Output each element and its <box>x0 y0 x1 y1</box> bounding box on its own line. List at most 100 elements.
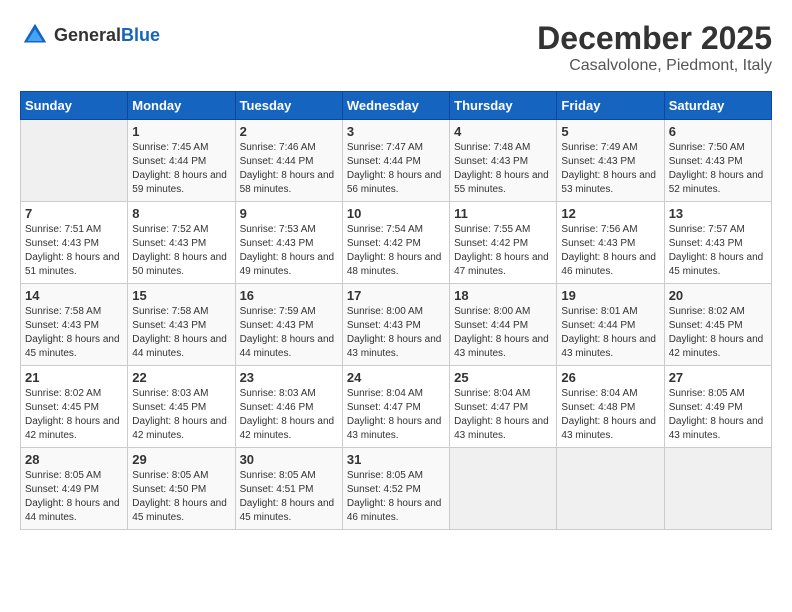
day-info: Sunrise: 8:00 AMSunset: 4:44 PMDaylight:… <box>454 305 552 361</box>
day-info: Sunrise: 7:48 AMSunset: 4:43 PMDaylight:… <box>454 141 552 197</box>
day-number: 12 <box>561 206 659 221</box>
calendar-cell: 7 Sunrise: 7:51 AMSunset: 4:43 PMDaylight… <box>21 202 128 284</box>
calendar-week-row: 1 Sunrise: 7:45 AMSunset: 4:44 PMDaylight… <box>21 120 772 202</box>
day-number: 31 <box>347 452 445 467</box>
day-info: Sunrise: 7:58 AMSunset: 4:43 PMDaylight:… <box>25 305 123 361</box>
calendar-cell: 8Sunrise: 7:52 AMSunset: 4:43 PMDaylight… <box>128 202 235 284</box>
weekday-header-monday: Monday <box>128 92 235 120</box>
day-info: Sunrise: 8:03 AMSunset: 4:45 PMDaylight:… <box>132 387 230 443</box>
day-info: Sunrise: 8:04 AMSunset: 4:47 PMDaylight:… <box>454 387 552 443</box>
day-number: 18 <box>454 288 552 303</box>
calendar-cell: 29Sunrise: 8:05 AMSunset: 4:50 PMDayligh… <box>128 448 235 530</box>
calendar-cell: 21 Sunrise: 8:02 AMSunset: 4:45 PMDayligh… <box>21 366 128 448</box>
day-info: Sunrise: 8:04 AMSunset: 4:47 PMDaylight:… <box>347 387 445 443</box>
day-info: Sunrise: 8:03 AMSunset: 4:46 PMDaylight:… <box>240 387 338 443</box>
calendar-cell: 25 Sunrise: 8:04 AMSunset: 4:47 PMDayligh… <box>450 366 557 448</box>
day-number: 13 <box>669 206 767 221</box>
calendar-cell: 2Sunrise: 7:46 AMSunset: 4:44 PMDaylight… <box>235 120 342 202</box>
day-info: Sunrise: 8:05 AMSunset: 4:51 PMDaylight:… <box>240 469 338 525</box>
calendar-cell: 22Sunrise: 8:03 AMSunset: 4:45 PMDayligh… <box>128 366 235 448</box>
logo-icon <box>20 20 50 50</box>
weekday-header-row: SundayMondayTuesdayWednesdayThursdayFrid… <box>21 92 772 120</box>
calendar-cell: 24 Sunrise: 8:04 AMSunset: 4:47 PMDayligh… <box>342 366 449 448</box>
calendar-cell: 20 Sunrise: 8:02 AMSunset: 4:45 PMDayligh… <box>664 284 771 366</box>
day-info: Sunrise: 8:05 AMSunset: 4:49 PMDaylight:… <box>25 469 123 525</box>
day-number: 29 <box>132 452 230 467</box>
location-title: Casalvolone, Piedmont, Italy <box>537 57 772 75</box>
day-info: Sunrise: 7:52 AMSunset: 4:43 PMDaylight:… <box>132 223 230 279</box>
calendar-cell: 28 Sunrise: 8:05 AMSunset: 4:49 PMDayligh… <box>21 448 128 530</box>
day-info: Sunrise: 8:02 AMSunset: 4:45 PMDaylight:… <box>669 305 767 361</box>
calendar-cell <box>21 120 128 202</box>
weekday-header-thursday: Thursday <box>450 92 557 120</box>
calendar-cell: 6Sunrise: 7:50 AMSunset: 4:43 PMDaylight… <box>664 120 771 202</box>
calendar-week-row: 7 Sunrise: 7:51 AMSunset: 4:43 PMDaylight… <box>21 202 772 284</box>
day-number: 9 <box>240 206 338 221</box>
day-info: Sunrise: 7:57 AMSunset: 4:43 PMDaylight:… <box>669 223 767 279</box>
day-number: 17 <box>347 288 445 303</box>
day-info: Sunrise: 7:47 AMSunset: 4:44 PMDaylight:… <box>347 141 445 197</box>
day-info: Sunrise: 7:58 AMSunset: 4:43 PMDaylight:… <box>132 305 230 361</box>
day-info: Sunrise: 8:02 AMSunset: 4:45 PMDaylight:… <box>25 387 123 443</box>
day-info: Sunrise: 7:50 AMSunset: 4:43 PMDaylight:… <box>669 141 767 197</box>
calendar-table: SundayMondayTuesdayWednesdayThursdayFrid… <box>20 91 772 530</box>
calendar-week-row: 21 Sunrise: 8:02 AMSunset: 4:45 PMDayligh… <box>21 366 772 448</box>
day-number: 1 <box>132 124 230 139</box>
month-title: December 2025 <box>537 20 772 57</box>
calendar-cell: 13 Sunrise: 7:57 AMSunset: 4:43 PMDayligh… <box>664 202 771 284</box>
day-info: Sunrise: 7:54 AMSunset: 4:42 PMDaylight:… <box>347 223 445 279</box>
calendar-cell <box>664 448 771 530</box>
day-info: Sunrise: 7:51 AMSunset: 4:43 PMDaylight:… <box>25 223 123 279</box>
day-number: 15 <box>132 288 230 303</box>
weekday-header-saturday: Saturday <box>664 92 771 120</box>
calendar-week-row: 14 Sunrise: 7:58 AMSunset: 4:43 PMDayligh… <box>21 284 772 366</box>
day-number: 25 <box>454 370 552 385</box>
logo: GeneralBlue <box>20 20 160 50</box>
calendar-cell: 16 Sunrise: 7:59 AMSunset: 4:43 PMDayligh… <box>235 284 342 366</box>
calendar-cell: 12 Sunrise: 7:56 AMSunset: 4:43 PMDayligh… <box>557 202 664 284</box>
day-number: 28 <box>25 452 123 467</box>
weekday-header-sunday: Sunday <box>21 92 128 120</box>
calendar-cell: 9Sunrise: 7:53 AMSunset: 4:43 PMDaylight… <box>235 202 342 284</box>
day-number: 4 <box>454 124 552 139</box>
day-info: Sunrise: 7:49 AMSunset: 4:43 PMDaylight:… <box>561 141 659 197</box>
title-area: December 2025 Casalvolone, Piedmont, Ita… <box>537 20 772 75</box>
weekday-header-tuesday: Tuesday <box>235 92 342 120</box>
calendar-cell: 31 Sunrise: 8:05 AMSunset: 4:52 PMDayligh… <box>342 448 449 530</box>
day-number: 21 <box>25 370 123 385</box>
calendar-cell: 14 Sunrise: 7:58 AMSunset: 4:43 PMDayligh… <box>21 284 128 366</box>
day-number: 7 <box>25 206 123 221</box>
day-info: Sunrise: 7:46 AMSunset: 4:44 PMDaylight:… <box>240 141 338 197</box>
calendar-cell: 10 Sunrise: 7:54 AMSunset: 4:42 PMDayligh… <box>342 202 449 284</box>
calendar-cell: 18 Sunrise: 8:00 AMSunset: 4:44 PMDayligh… <box>450 284 557 366</box>
page-header: GeneralBlue December 2025 Casalvolone, P… <box>20 20 772 75</box>
day-number: 23 <box>240 370 338 385</box>
calendar-cell: 5 Sunrise: 7:49 AMSunset: 4:43 PMDaylight… <box>557 120 664 202</box>
calendar-cell: 30 Sunrise: 8:05 AMSunset: 4:51 PMDayligh… <box>235 448 342 530</box>
calendar-week-row: 28 Sunrise: 8:05 AMSunset: 4:49 PMDayligh… <box>21 448 772 530</box>
day-info: Sunrise: 7:56 AMSunset: 4:43 PMDaylight:… <box>561 223 659 279</box>
day-number: 24 <box>347 370 445 385</box>
day-info: Sunrise: 8:04 AMSunset: 4:48 PMDaylight:… <box>561 387 659 443</box>
calendar-cell: 23 Sunrise: 8:03 AMSunset: 4:46 PMDayligh… <box>235 366 342 448</box>
calendar-cell: 17Sunrise: 8:00 AMSunset: 4:43 PMDayligh… <box>342 284 449 366</box>
day-info: Sunrise: 7:55 AMSunset: 4:42 PMDaylight:… <box>454 223 552 279</box>
day-info: Sunrise: 8:05 AMSunset: 4:52 PMDaylight:… <box>347 469 445 525</box>
logo-text-general: General <box>54 25 121 45</box>
calendar-cell: 11Sunrise: 7:55 AMSunset: 4:42 PMDayligh… <box>450 202 557 284</box>
calendar-cell <box>450 448 557 530</box>
day-number: 14 <box>25 288 123 303</box>
day-number: 10 <box>347 206 445 221</box>
logo-text-blue: Blue <box>121 25 160 45</box>
day-number: 19 <box>561 288 659 303</box>
day-number: 30 <box>240 452 338 467</box>
day-info: Sunrise: 7:45 AMSunset: 4:44 PMDaylight:… <box>132 141 230 197</box>
day-number: 5 <box>561 124 659 139</box>
day-number: 20 <box>669 288 767 303</box>
weekday-header-friday: Friday <box>557 92 664 120</box>
day-info: Sunrise: 7:59 AMSunset: 4:43 PMDaylight:… <box>240 305 338 361</box>
calendar-cell <box>557 448 664 530</box>
calendar-cell: 3Sunrise: 7:47 AMSunset: 4:44 PMDaylight… <box>342 120 449 202</box>
day-number: 16 <box>240 288 338 303</box>
calendar-cell: 1 Sunrise: 7:45 AMSunset: 4:44 PMDaylight… <box>128 120 235 202</box>
